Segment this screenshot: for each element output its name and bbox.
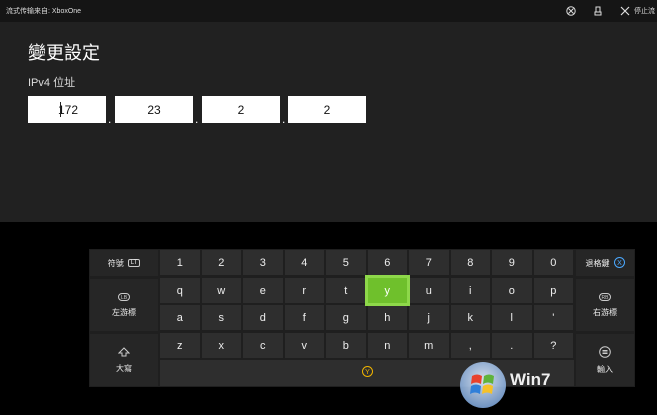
ipv4-label: IPv4 位址 [28, 77, 76, 89]
key-1-3[interactable]: 3 [243, 250, 283, 275]
watermark-text: Win7 [510, 370, 550, 389]
page-title: 變更設定 [28, 43, 100, 63]
key-3-8[interactable]: k [450, 305, 490, 330]
y-button-icon: Y [361, 366, 373, 380]
settings-panel: 變更設定 IPv4 位址 172 . 23 . 2 . 2 [0, 22, 657, 222]
key-3-4[interactable]: f [284, 305, 324, 330]
key-4-9[interactable]: . [492, 333, 532, 358]
key-2-3[interactable]: e [243, 278, 283, 303]
ip-field-4[interactable]: 2 [288, 96, 366, 123]
key-4-5[interactable]: b [326, 333, 366, 358]
key-2-8[interactable]: i [450, 278, 490, 303]
ip-field-3-value: 2 [237, 102, 245, 117]
ip-separator: . [195, 112, 199, 126]
cursor-right-label: 右游標 [593, 307, 617, 317]
ip-separator: . [282, 112, 286, 126]
key-3-2[interactable]: s [201, 305, 241, 330]
key-4-1[interactable]: z [160, 333, 200, 358]
key-1-1[interactable]: 1 [160, 250, 200, 275]
window-titlebar: 流式传输来自: XboxOne 停止流 [0, 0, 657, 22]
key-1-9[interactable]: 9 [492, 250, 532, 275]
xbox-icon[interactable] [566, 6, 576, 16]
key-1-2[interactable]: 2 [201, 250, 241, 275]
svg-text:LB: LB [121, 295, 128, 301]
key-4-3[interactable]: c [243, 333, 283, 358]
lt-trigger-icon: LT [127, 259, 141, 267]
key-3-9[interactable]: l [492, 305, 532, 330]
ip-field-1[interactable]: 172 [28, 96, 106, 123]
cursor-right-key[interactable]: RB 右游標 [576, 279, 634, 331]
rb-bumper-icon: RB [599, 292, 611, 303]
cursor-left-label: 左游標 [112, 307, 136, 317]
key-2-10[interactable]: p [533, 278, 573, 303]
stop-streaming-button[interactable]: 停止流 [634, 6, 655, 16]
symbols-key[interactable]: 符號 LT [90, 250, 158, 276]
key-4-4[interactable]: v [284, 333, 324, 358]
key-2-9[interactable]: o [492, 278, 532, 303]
ip-field-2-value: 23 [147, 102, 161, 117]
key-3-5[interactable]: g [326, 305, 366, 330]
ip-field-2[interactable]: 23 [115, 96, 193, 123]
controller-icon[interactable] [593, 6, 603, 16]
key-4-2[interactable]: x [201, 333, 241, 358]
text-caret [60, 102, 61, 117]
key-4-10[interactable]: ? [533, 333, 573, 358]
key-1-7[interactable]: 7 [409, 250, 449, 275]
caps-key[interactable]: 大寫 [90, 334, 158, 386]
key-3-6[interactable]: h [367, 305, 407, 330]
ip-field-3[interactable]: 2 [202, 96, 280, 123]
key-3-1[interactable]: a [160, 305, 200, 330]
key-3-3[interactable]: d [243, 305, 283, 330]
key-2-4[interactable]: r [284, 278, 324, 303]
caps-arrow-icon [117, 346, 131, 359]
ip-field-4-value: 2 [323, 102, 331, 117]
key-2-5[interactable]: t [326, 278, 366, 303]
win7-watermark: Win7 [458, 360, 648, 410]
backspace-label: 退格鍵 [585, 258, 610, 268]
key-1-4[interactable]: 4 [284, 250, 324, 275]
lb-bumper-icon: LB [118, 292, 130, 303]
key-3-7[interactable]: j [409, 305, 449, 330]
key-4-6[interactable]: n [367, 333, 407, 358]
svg-text:RB: RB [602, 295, 610, 301]
key-1-6[interactable]: 6 [367, 250, 407, 275]
cursor-left-key[interactable]: LB 左游標 [90, 279, 158, 331]
key-4-7[interactable]: m [409, 333, 449, 358]
key-3-10[interactable]: ' [533, 305, 573, 330]
svg-text:X: X [617, 260, 622, 267]
x-button-icon: X [613, 256, 625, 270]
key-2-2[interactable]: w [201, 278, 241, 303]
symbols-label: 符號 [107, 258, 124, 268]
menu-button-icon [599, 345, 611, 360]
svg-text:Y: Y [365, 369, 370, 376]
caps-label: 大寫 [116, 363, 132, 373]
backspace-key[interactable]: 退格鍵 X [576, 250, 634, 276]
key-2-6[interactable]: y [364, 275, 410, 306]
window-title: 流式传输来自: XboxOne [6, 8, 82, 15]
key-2-7[interactable]: u [409, 278, 449, 303]
key-4-8[interactable]: , [450, 333, 490, 358]
key-2-1[interactable]: q [160, 278, 200, 303]
key-1-10[interactable]: 0 [533, 250, 573, 275]
key-1-5[interactable]: 5 [326, 250, 366, 275]
close-icon[interactable] [620, 6, 630, 16]
key-1-8[interactable]: 8 [450, 250, 490, 275]
ip-separator: . [108, 112, 112, 126]
